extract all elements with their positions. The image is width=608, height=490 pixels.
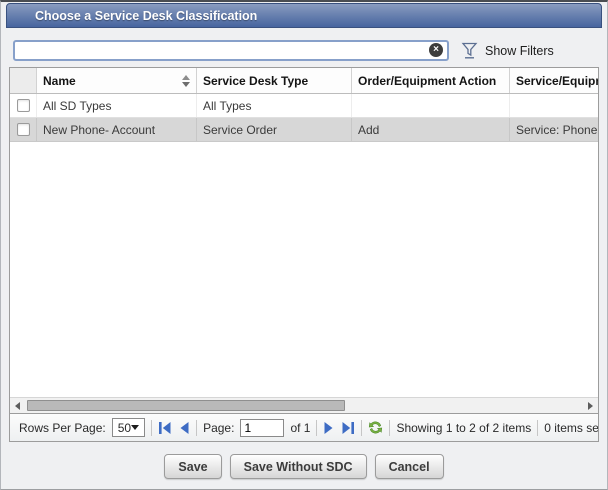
cell-order-equipment-action	[352, 94, 510, 117]
save-button[interactable]: Save	[164, 454, 221, 479]
separator	[361, 420, 362, 436]
table-row-all-sd-types[interactable]: All SD Types All Types	[10, 94, 598, 118]
service-desk-classification-dialog: Choose a Service Desk Classification × S…	[0, 0, 608, 490]
cell-service-desk-type: All Types	[197, 94, 352, 117]
cell-name: All SD Types	[37, 94, 197, 117]
separator	[389, 420, 390, 436]
column-header-name[interactable]: Name	[37, 68, 197, 93]
cell-name: New Phone- Account	[37, 118, 197, 141]
classification-table: Name Service Desk Type Order/Equipment A…	[9, 67, 599, 414]
first-page-button[interactable]	[158, 422, 172, 434]
filter-toolbar: × Show Filters	[1, 28, 607, 67]
sort-icon[interactable]	[182, 75, 190, 87]
previous-page-button[interactable]	[178, 422, 190, 434]
scroll-left-arrow[interactable]	[15, 402, 20, 410]
column-header-order-equipment-action[interactable]: Order/Equipment Action	[352, 68, 510, 93]
caret-down-icon	[131, 425, 139, 430]
row-checkbox[interactable]	[17, 99, 30, 112]
dialog-titlebar[interactable]: Choose a Service Desk Classification	[6, 3, 602, 28]
refresh-icon[interactable]	[368, 420, 383, 435]
horizontal-scrollbar[interactable]	[10, 397, 598, 413]
last-page-button[interactable]	[341, 422, 355, 434]
search-box: ×	[13, 40, 449, 61]
rows-per-page-value: 50	[118, 421, 131, 435]
dialog-footer: Save Save Without SDC Cancel	[1, 442, 607, 489]
show-filters-label[interactable]: Show Filters	[485, 44, 554, 58]
clear-search-icon[interactable]: ×	[429, 43, 443, 57]
header-checkbox-cell	[10, 68, 37, 93]
dialog-title: Choose a Service Desk Classification	[35, 9, 257, 23]
cell-order-equipment-action: Add	[352, 118, 510, 141]
column-header-name-label: Name	[43, 74, 76, 88]
cancel-button[interactable]: Cancel	[375, 454, 444, 479]
cell-service-desk-type: Service Order	[197, 118, 352, 141]
rows-per-page-label: Rows Per Page:	[19, 421, 106, 435]
page-label: Page:	[203, 421, 234, 435]
next-page-button[interactable]	[323, 422, 335, 434]
filter-funnel-icon[interactable]	[461, 42, 478, 59]
column-header-service-desk-type[interactable]: Service Desk Type	[197, 68, 352, 93]
row-checkbox[interactable]	[17, 123, 30, 136]
scroll-right-arrow[interactable]	[588, 402, 593, 410]
separator	[196, 420, 197, 436]
table-header-row: Name Service Desk Type Order/Equipment A…	[10, 68, 598, 94]
separator	[151, 420, 152, 436]
page-of-label: of 1	[290, 421, 310, 435]
page-number-input[interactable]	[240, 419, 284, 437]
items-selected-text: 0 items selected	[544, 421, 599, 435]
table-row-new-phone-account[interactable]: New Phone- Account Service Order Add Ser…	[10, 118, 598, 142]
cell-service-equipment: Service: Phone - Ph	[510, 118, 599, 141]
pagination-bar: Rows Per Page: 50 Page: of 1	[9, 414, 599, 442]
table-empty-area	[10, 142, 598, 397]
cell-service-equipment	[510, 94, 599, 117]
column-header-service-equipment[interactable]: Service/Equipment	[510, 68, 599, 93]
rows-per-page-select[interactable]: 50	[112, 418, 145, 437]
save-without-sdc-button[interactable]: Save Without SDC	[230, 454, 367, 479]
search-input[interactable]	[13, 40, 449, 61]
showing-items-text: Showing 1 to 2 of 2 items	[396, 421, 531, 435]
separator	[537, 420, 538, 436]
scrollbar-thumb[interactable]	[27, 400, 345, 411]
separator	[316, 420, 317, 436]
